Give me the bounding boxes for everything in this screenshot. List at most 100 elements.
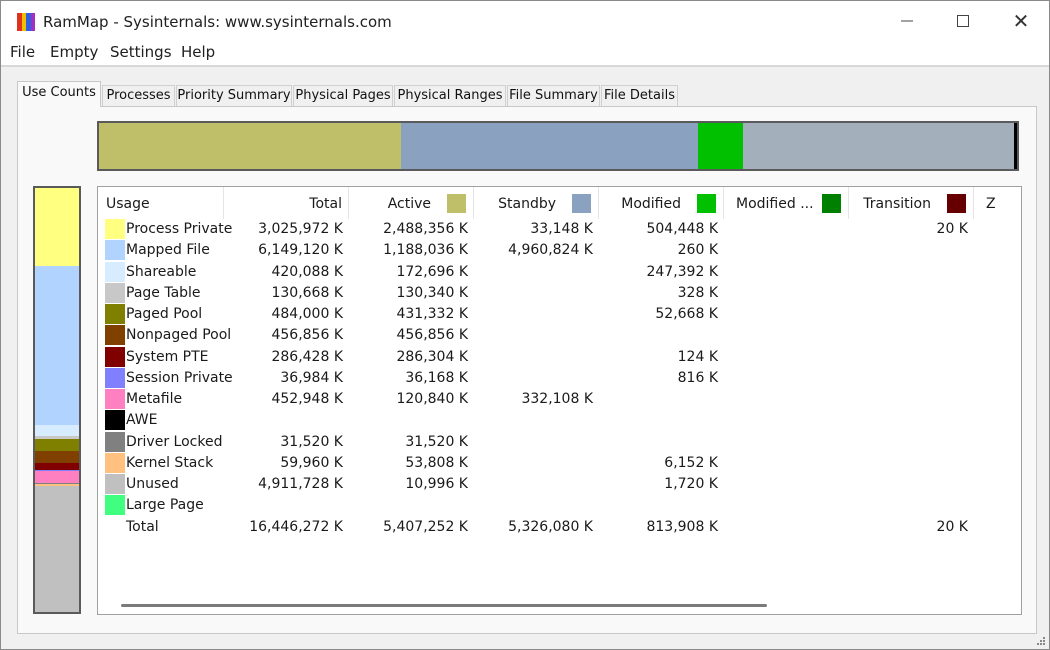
table-row[interactable]: Session Private 36,984 K 36,168 K 816 K bbox=[98, 367, 1021, 389]
usage-color-swatch bbox=[105, 240, 125, 261]
usage-color-swatch bbox=[105, 431, 125, 452]
column-header-label: Z bbox=[986, 196, 996, 212]
usage-bar-segment-end bbox=[1014, 123, 1017, 169]
menu-file[interactable]: File bbox=[10, 43, 35, 61]
cell-usage: Large Page bbox=[126, 497, 204, 514]
cell-modified: 504,448 K bbox=[646, 221, 718, 237]
cell-usage: Unused bbox=[126, 476, 179, 492]
usage-color-swatch bbox=[105, 282, 125, 303]
table-row[interactable]: Page Table 130,668 K 130,340 K 328 K bbox=[98, 282, 1021, 304]
cell-active: 31,520 K bbox=[405, 433, 468, 450]
horizontal-scroll-thumb[interactable] bbox=[121, 604, 767, 607]
menu-help[interactable]: Help bbox=[181, 43, 215, 61]
maximize-button[interactable] bbox=[935, 1, 991, 41]
tab-priority-summary[interactable]: Priority Summary bbox=[176, 85, 292, 106]
column-header-usage[interactable]: Usage bbox=[98, 187, 224, 219]
table-row[interactable]: Unused 4,911,728 K 10,996 K 1,720 K bbox=[98, 474, 1021, 495]
close-icon: ✕ bbox=[1012, 9, 1030, 33]
horizontal-scrollbar[interactable] bbox=[98, 599, 1021, 613]
cell-active: 431,332 K bbox=[396, 306, 468, 322]
cell-total: 16,446,272 K bbox=[249, 518, 343, 535]
cell-active: 172,696 K bbox=[396, 263, 468, 280]
column-header-label: Active bbox=[387, 196, 431, 212]
column-header-total[interactable]: Total bbox=[224, 187, 349, 219]
column-header-label: Standby bbox=[498, 196, 556, 212]
cell-modified: 52,668 K bbox=[655, 306, 718, 322]
usage-bar-segment-standby bbox=[401, 123, 699, 169]
memory-usage-type-bar bbox=[33, 186, 81, 614]
cell-modified: 260 K bbox=[677, 242, 718, 259]
menu-empty[interactable]: Empty bbox=[50, 43, 98, 61]
cell-transition: 20 K bbox=[936, 221, 968, 237]
cell-usage: Mapped File bbox=[126, 242, 210, 259]
cell-usage: System PTE bbox=[126, 348, 209, 365]
table-row[interactable]: Mapped File 6,149,120 K 1,188,036 K 4,960,8… bbox=[98, 240, 1021, 261]
menu-bar: File Empty Settings Help bbox=[1, 41, 1049, 65]
table-row[interactable]: Metafile 452,948 K 120,840 K 332,108 K bbox=[98, 389, 1021, 410]
table-row[interactable]: AWE bbox=[98, 410, 1021, 431]
cell-total: 130,668 K bbox=[271, 284, 343, 301]
tab-physical-ranges[interactable]: Physical Ranges bbox=[394, 85, 506, 106]
cell-active: 120,840 K bbox=[396, 391, 468, 407]
column-color-swatch bbox=[447, 194, 466, 213]
table-row[interactable]: Large Page bbox=[98, 495, 1021, 516]
column-header-modified[interactable]: Modified ... bbox=[724, 187, 849, 219]
table-row[interactable]: Kernel Stack 59,960 K 53,808 K 6,152 K bbox=[98, 452, 1021, 474]
column-header-label: Transition bbox=[863, 196, 931, 212]
cell-modified: 6,152 K bbox=[664, 454, 718, 471]
tab-strip: Use Counts Processes Priority Summary Ph… bbox=[17, 81, 1037, 107]
cell-active: 2,488,356 K bbox=[383, 221, 468, 237]
column-header-standby[interactable]: Standby bbox=[474, 187, 599, 219]
cell-active: 5,407,252 K bbox=[383, 518, 468, 535]
column-color-swatch bbox=[697, 194, 716, 213]
type-bar-segment-mapped-file bbox=[35, 266, 79, 425]
close-button[interactable]: ✕ bbox=[993, 1, 1049, 41]
table-row[interactable]: Nonpaged Pool 456,856 K 456,856 K bbox=[98, 325, 1021, 346]
tab-processes[interactable]: Processes bbox=[102, 85, 175, 106]
table-row[interactable]: Paged Pool 484,000 K 431,332 K 52,668 K bbox=[98, 304, 1021, 325]
column-header-z[interactable]: Z bbox=[974, 187, 1021, 219]
resize-grip-icon[interactable] bbox=[1036, 636, 1046, 646]
tab-file-summary[interactable]: File Summary bbox=[507, 85, 600, 106]
cell-modified: 247,392 K bbox=[646, 263, 718, 280]
column-color-swatch bbox=[822, 194, 841, 213]
cell-active: 10,996 K bbox=[405, 476, 468, 492]
cell-total: 286,428 K bbox=[271, 348, 343, 365]
cell-usage: Paged Pool bbox=[126, 306, 203, 322]
cell-usage: Total bbox=[126, 518, 159, 535]
cell-usage: Shareable bbox=[126, 263, 197, 280]
column-header-modified[interactable]: Modified bbox=[599, 187, 724, 219]
cell-active: 1,188,036 K bbox=[383, 242, 468, 259]
menu-settings[interactable]: Settings bbox=[110, 43, 172, 61]
cell-total: 36,984 K bbox=[280, 369, 343, 386]
usage-bar-segment-active bbox=[99, 123, 402, 169]
cell-active: 286,304 K bbox=[396, 348, 468, 365]
cell-usage: Page Table bbox=[126, 284, 201, 301]
cell-usage: Kernel Stack bbox=[126, 454, 214, 471]
table-row[interactable]: Process Private 3,025,972 K 2,488,356 K 33,… bbox=[98, 219, 1021, 240]
usage-color-swatch bbox=[105, 346, 125, 367]
window-title: RamMap - Sysinternals: www.sysinternals.… bbox=[43, 13, 392, 31]
table-row[interactable]: System PTE 286,428 K 286,304 K 124 K bbox=[98, 346, 1021, 368]
tab-physical-pages[interactable]: Physical Pages bbox=[293, 85, 393, 106]
tab-use-counts[interactable]: Use Counts bbox=[17, 81, 101, 107]
cell-standby: 4,960,824 K bbox=[508, 242, 593, 259]
cell-usage: Metafile bbox=[126, 391, 183, 407]
type-bar-segment-paged-pool bbox=[35, 439, 79, 452]
tab-file-details[interactable]: File Details bbox=[601, 85, 678, 106]
table-header: Usage Total Active Standby Modified Modified … bbox=[98, 187, 1021, 219]
title-bar[interactable]: RamMap - Sysinternals: www.sysinternals.… bbox=[1, 1, 1049, 41]
column-header-transition[interactable]: Transition bbox=[849, 187, 974, 219]
column-header-active[interactable]: Active bbox=[349, 187, 474, 219]
use-counts-table[interactable]: Usage Total Active Standby Modified Modified … bbox=[97, 186, 1022, 615]
minimize-button[interactable] bbox=[879, 1, 935, 41]
table-row[interactable]: Total 16,446,272 K 5,407,252 K 5,326,080 K 8… bbox=[98, 517, 1021, 538]
table-row[interactable]: Driver Locked 31,520 K 31,520 K bbox=[98, 431, 1021, 453]
menu-separator bbox=[1, 65, 1049, 67]
usage-color-swatch bbox=[105, 325, 125, 346]
cell-total: 452,948 K bbox=[271, 391, 343, 407]
type-bar-segment-process-private bbox=[35, 188, 79, 267]
type-bar-segment-unused bbox=[35, 485, 79, 613]
table-row[interactable]: Shareable 420,088 K 172,696 K 247,392 K bbox=[98, 261, 1021, 283]
usage-color-swatch bbox=[105, 410, 125, 431]
